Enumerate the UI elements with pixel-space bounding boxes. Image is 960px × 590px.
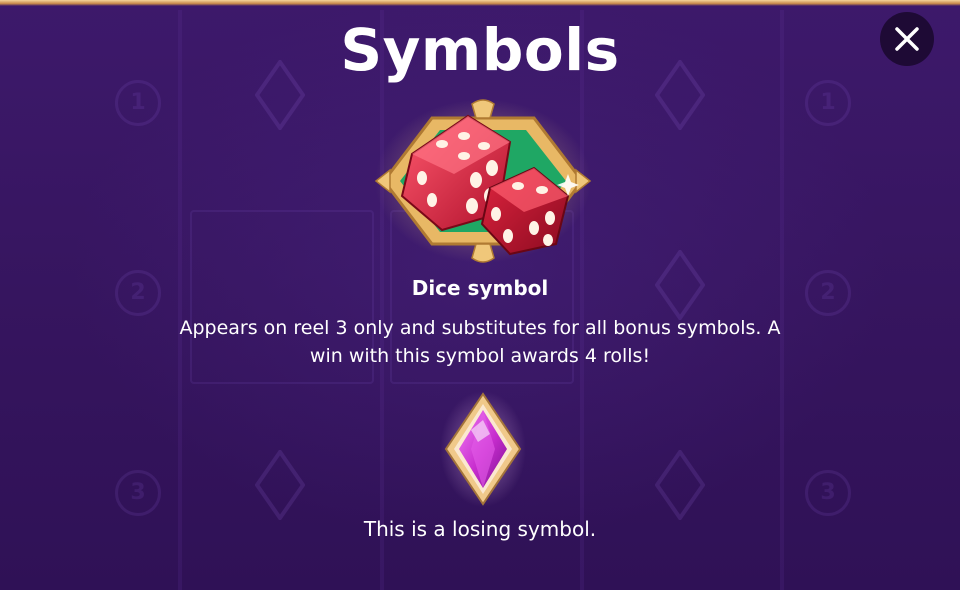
diamond-icon [255,450,305,520]
payline-marker: 1 [805,80,851,126]
close-icon [895,27,919,51]
page-title: Symbols [340,16,620,84]
diamond-icon [655,450,705,520]
dice-icon [374,99,592,263]
reel-divider [178,10,182,590]
close-button[interactable] [880,12,934,66]
symbol-description: This is a losing symbol. [363,517,597,541]
reel-divider [780,10,784,590]
payline-marker: 1 [115,80,161,126]
payline-marker: 3 [115,470,161,516]
payline-marker: 3 [805,470,851,516]
pink-diamond-gem-icon [440,391,526,507]
symbol-name: Dice symbol [411,276,549,300]
symbol-description: Appears on reel 3 only and substitutes f… [179,317,781,367]
top-border-glow [0,0,960,6]
paytable-screen: 1 2 3 1 2 3 Symbols Dice symbol Appears … [0,0,960,590]
